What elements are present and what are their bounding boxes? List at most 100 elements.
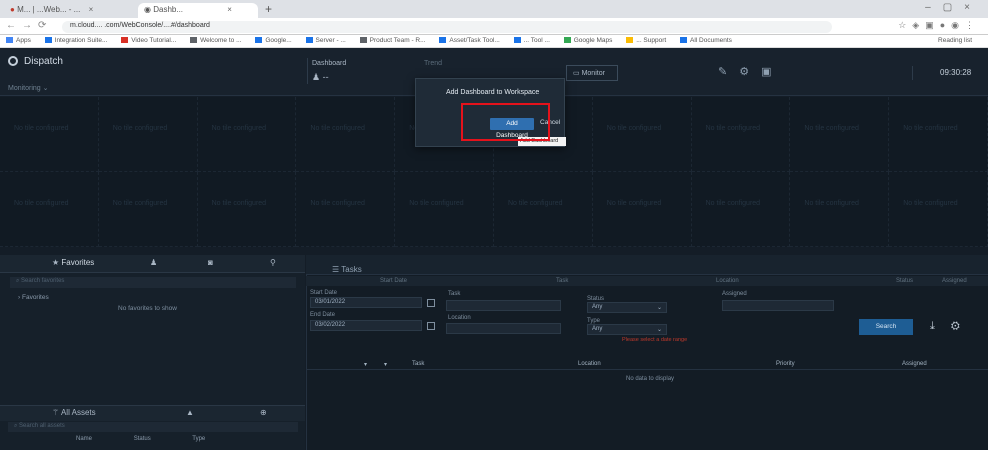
assigned-field[interactable] [722, 300, 834, 311]
grid-cell[interactable]: No tile configured [197, 172, 297, 247]
column-header[interactable]: Name [76, 436, 92, 442]
tab-all-assets[interactable]: ⚚ All Assets [52, 408, 96, 417]
bookmark-item[interactable]: Asset/Task Tool... [439, 37, 500, 44]
grid-cell[interactable]: No tile configured [98, 172, 198, 247]
gear-icon[interactable]: ⚙ [739, 66, 761, 78]
tasks-header [306, 255, 988, 275]
bookmark-item[interactable]: Integration Suite... [44, 37, 107, 44]
monitor-button[interactable]: ▭ Monitor [566, 65, 618, 81]
grid-cell-placeholder: No tile configured [310, 200, 365, 207]
bookmark-item[interactable]: All Documents [680, 37, 732, 44]
browser-tab-1[interactable]: ● M... | ...Web... - ... × [4, 3, 124, 18]
browser-tab-2[interactable]: ◉ Dashb... × [138, 3, 258, 18]
map-icon: ⊕ [260, 408, 267, 417]
bookmark-item[interactable]: Product Team - R... [359, 37, 426, 44]
grid-cell[interactable]: No tile configured [0, 97, 99, 172]
bookmark-item[interactable]: ... Support [626, 37, 666, 44]
grid-cell[interactable]: No tile configured [790, 172, 890, 247]
column-header[interactable]: Task [412, 361, 424, 367]
type-select[interactable]: Any ⌄ [587, 324, 667, 335]
tab-buildings[interactable]: ▲ [186, 408, 194, 417]
calendar-icon[interactable] [427, 299, 435, 307]
close-icon[interactable]: × [227, 5, 232, 14]
antenna-icon: ⚚ [52, 408, 60, 417]
favorites-search-input[interactable]: ⌕ Search favorites [10, 277, 296, 288]
grid-cell[interactable]: No tile configured [98, 97, 198, 172]
grid-cell[interactable]: No tile configured [0, 172, 99, 247]
person-icon: ♟ [150, 258, 158, 267]
extension-icons[interactable]: ☆◈▣●◉⋮ [898, 20, 980, 31]
browser-tab-bar: ● M... | ...Web... - ... × ◉ Dashb... × … [0, 0, 988, 18]
tab-location[interactable]: ⚲ [270, 258, 276, 267]
tab-tasks[interactable]: ☰ Tasks [332, 265, 362, 274]
grid-cell[interactable]: No tile configured [691, 172, 791, 247]
app-logo[interactable]: Dispatch [8, 56, 63, 67]
chevron-down-icon: ⌄ [656, 305, 662, 311]
bookmark-item[interactable]: Video Tutorial... [121, 37, 176, 44]
column-header[interactable]: Assigned [942, 278, 967, 284]
bookmark-item[interactable]: Google... [255, 37, 292, 44]
grid-cell[interactable]: No tile configured [296, 97, 396, 172]
export-icon[interactable]: ⤓ [930, 320, 951, 332]
tab-favicon-icon: ● [10, 5, 15, 14]
grid-cell[interactable]: No tile configured [790, 97, 890, 172]
assigned-label: Assigned [722, 291, 747, 297]
wrench-icon[interactable]: ✎ [718, 66, 739, 78]
column-header[interactable]: Type [192, 436, 205, 442]
grid-cell-placeholder: No tile configured [310, 125, 365, 132]
sort-icon[interactable]: ▾ [384, 361, 387, 368]
nav-buttons[interactable]: ←→⟳ [6, 20, 52, 31]
grid-cell[interactable]: No tile configured [691, 97, 791, 172]
grid-cell[interactable]: No tile configured [197, 97, 297, 172]
column-header[interactable]: Assigned [902, 361, 927, 367]
end-date-field[interactable]: 03/02/2022 [310, 320, 422, 331]
reading-list[interactable]: Reading list [938, 37, 972, 44]
location-field[interactable] [446, 323, 561, 334]
user-icon[interactable]: ▣ [761, 66, 783, 78]
grid-cell[interactable]: No tile configured [889, 172, 988, 247]
tab-favorites[interactable]: ★ Favorites [52, 258, 94, 267]
close-icon[interactable]: × [89, 5, 94, 14]
bookmark-item[interactable]: Welcome to ... [190, 37, 242, 44]
person-icon: ♟ [312, 72, 321, 82]
bookmark-item[interactable]: ... Tool ... [513, 37, 550, 44]
calendar-icon[interactable] [427, 322, 435, 330]
monitoring-dropdown[interactable]: Monitoring ⌄ [8, 84, 49, 92]
grid-cell-placeholder: No tile configured [508, 200, 563, 207]
column-header[interactable]: Location [716, 278, 739, 284]
column-header[interactable]: Start Date [380, 278, 407, 284]
sort-icon[interactable]: ▾ [364, 361, 367, 368]
column-header[interactable]: Location [578, 361, 601, 367]
column-header[interactable]: Status [134, 436, 151, 442]
favorites-tree-root[interactable]: › Favorites [18, 294, 49, 301]
trend-label: Trend [424, 60, 443, 67]
status-select[interactable]: Any ⌄ [587, 302, 667, 313]
column-header[interactable]: Priority [776, 361, 795, 367]
grid-cell[interactable]: No tile configured [592, 97, 692, 172]
task-field[interactable] [446, 300, 561, 311]
grid-cell[interactable]: No tile configured [592, 172, 692, 247]
tasks-table-header: ▾ ▾ Task Location Priority Assigned [306, 358, 988, 370]
grid-cell-placeholder: No tile configured [606, 200, 662, 207]
tab-devices[interactable]: ◙ [208, 258, 213, 267]
assets-search-input[interactable]: ⌕ Search all assets [8, 422, 298, 432]
address-bar: ←→⟳ m.cloud.... .com/WebConsole/....#/da… [0, 18, 988, 35]
search-button[interactable]: Search [859, 319, 913, 335]
grid-cell[interactable]: No tile configured [296, 172, 396, 247]
settings-icon[interactable]: ⚙ [951, 320, 976, 332]
bookmark-item[interactable]: Google Maps [563, 37, 612, 44]
column-header[interactable]: Task [556, 278, 568, 284]
tab-people[interactable]: ♟ [150, 258, 157, 267]
bookmark-item[interactable]: Server - ... [305, 37, 346, 44]
dashboard-tile[interactable]: Dashboard ♟ -- [307, 58, 427, 84]
column-header[interactable]: Status [896, 278, 913, 284]
grid-cell[interactable]: No tile configured [494, 172, 593, 247]
new-tab-icon[interactable]: + [265, 2, 272, 16]
grid-cell[interactable]: No tile configured [889, 97, 988, 172]
url-field[interactable]: m.cloud.... .com/WebConsole/....#/dashbo… [62, 21, 832, 33]
bookmark-item[interactable]: Apps [6, 37, 31, 44]
grid-cell[interactable]: No tile configured [395, 172, 494, 247]
start-date-field[interactable]: 03/01/2022 [310, 297, 422, 308]
window-controls[interactable]: –▢× [925, 2, 982, 13]
tab-map[interactable]: ⊕ [260, 408, 267, 417]
